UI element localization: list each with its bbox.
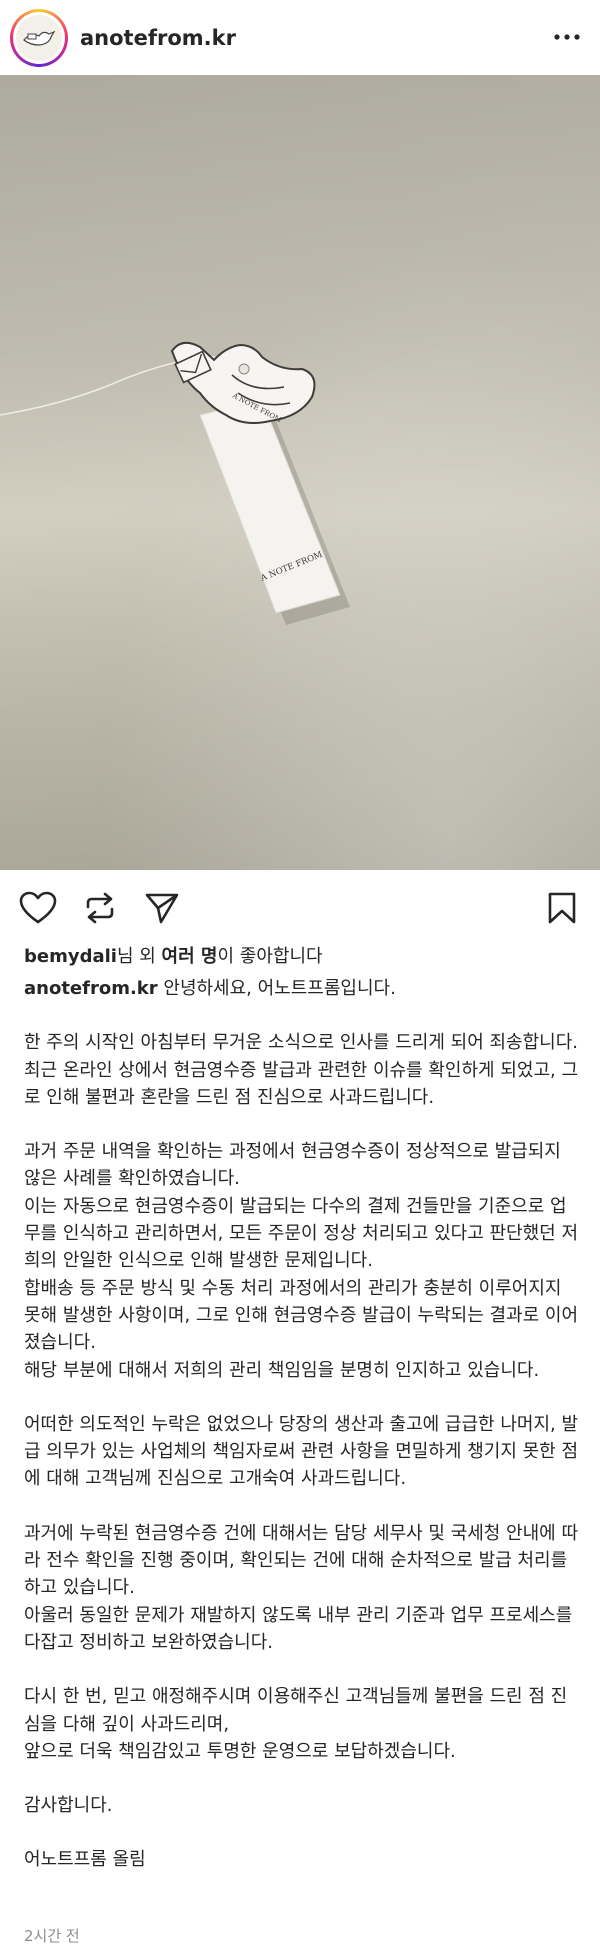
likes-user[interactable]: bemydali: [24, 946, 117, 967]
share-send-icon[interactable]: [142, 888, 182, 928]
action-bar: [0, 870, 600, 945]
post-timestamp: 2시간 전: [24, 1927, 80, 1945]
likes-bold[interactable]: 여러 명: [162, 946, 218, 967]
avatar[interactable]: [10, 8, 68, 67]
like-heart-icon[interactable]: [18, 888, 58, 928]
tag-strip: [199, 399, 341, 614]
caption-greeting: 안녕하세요, 어노트프롬입니다.: [157, 978, 396, 999]
post-header: anotefrom.kr: [0, 0, 600, 75]
likes-suffix1: 님 외: [116, 946, 162, 967]
caption-paragraph: 어떠한 의도적인 누락은 없었으나 당장의 생산과 출고에 급급한 나머지, 발…: [24, 1413, 579, 1490]
save-bookmark-icon[interactable]: [542, 888, 582, 928]
caption-paragraph: 한 주의 시작인 아침부터 무거운 소식으로 인사를 드리게 되어 죄송합니다.…: [24, 1032, 579, 1108]
dove-logo-icon: [16, 14, 62, 61]
more-options-icon[interactable]: [552, 22, 582, 52]
repost-icon[interactable]: [80, 888, 120, 928]
hanging-tag-illustration: A NOTE FROM A NOTE FROM: [0, 341, 350, 625]
caption-username[interactable]: anotefrom.kr: [24, 978, 158, 999]
likes-summary[interactable]: bemydali님 외 여러 명이 좋아합니다: [24, 942, 323, 968]
caption-paragraph: 감사합니다.: [24, 1795, 113, 1817]
post-photo[interactable]: A NOTE FROM A NOTE FROM: [0, 75, 600, 870]
post-username[interactable]: anotefrom.kr: [80, 26, 236, 50]
avatar-inner: [13, 11, 65, 64]
caption-paragraph: 다시 한 번, 믿고 애정해주시며 이용해주신 고객님들께 불편을 드린 점 진…: [24, 1686, 568, 1762]
likes-suffix2: 이 좋아합니다: [217, 946, 323, 967]
caption-paragraph: 과거 주문 내역을 확인하는 과정에서 현금영수증이 정상적으로 발급되지 않은…: [24, 1141, 579, 1381]
caption-paragraph: 어노트프롬 올림: [24, 1849, 146, 1871]
caption-paragraph: 과거에 누락된 현금영수증 건에 대해서는 담당 세무사 및 국세청 안내에 따…: [24, 1522, 579, 1653]
caption: anotefrom.kr 안녕하세요, 어노트프롬입니다. 한 주의 시작인 아…: [24, 975, 580, 1874]
caption-first-line: anotefrom.kr 안녕하세요, 어노트프롬입니다.: [24, 975, 580, 1002]
